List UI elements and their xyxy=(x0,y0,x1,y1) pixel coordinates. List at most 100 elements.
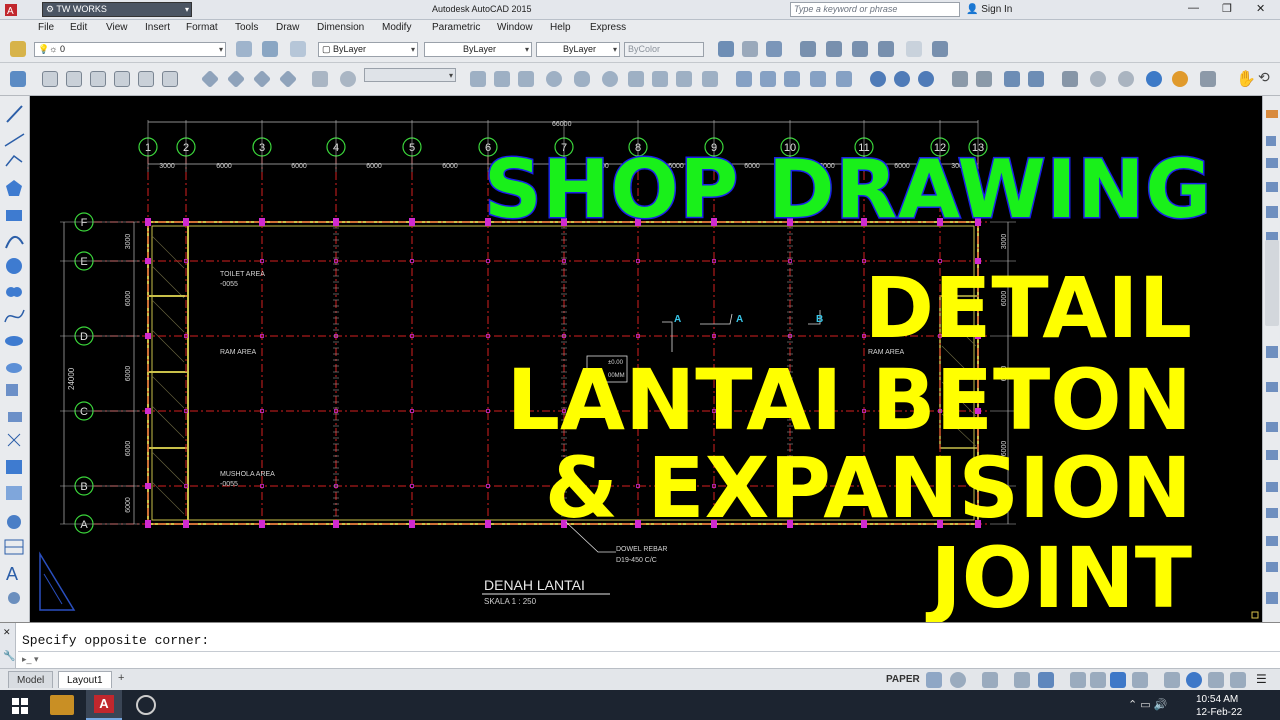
rectangle-icon[interactable] xyxy=(6,210,22,221)
circle-icon[interactable] xyxy=(6,258,22,274)
align-3d-icon[interactable] xyxy=(1062,71,1078,87)
copy-icon[interactable] xyxy=(1266,136,1276,146)
customization-menu-icon[interactable]: ☰ xyxy=(1256,672,1267,686)
close-icon[interactable]: ✕ xyxy=(3,627,11,638)
menu-view[interactable]: View xyxy=(106,22,128,33)
zoom-icon[interactable] xyxy=(340,71,356,87)
annotation-monitor-icon[interactable] xyxy=(1164,672,1180,688)
box-icon[interactable] xyxy=(470,71,486,87)
dim-style-icon[interactable] xyxy=(742,41,758,57)
workspace-switch-icon[interactable] xyxy=(1132,672,1148,688)
multileader-align-icon[interactable] xyxy=(852,41,868,57)
torus-icon[interactable] xyxy=(602,71,618,87)
workspace-dropdown[interactable]: ⚙ TW WORKS ▾ xyxy=(42,2,192,17)
menu-help[interactable]: Help xyxy=(550,22,571,33)
construction-line-icon[interactable] xyxy=(4,133,25,147)
join-icon[interactable] xyxy=(1266,508,1278,518)
layer-dropdown[interactable]: 💡☼ 0 ▾ xyxy=(34,42,226,57)
visual-style-wireframe-icon[interactable] xyxy=(1090,71,1106,87)
pan-icon[interactable]: ✋ xyxy=(1236,69,1256,89)
plotstyle-dropdown[interactable]: ByColor xyxy=(624,42,704,57)
menu-file[interactable]: File xyxy=(38,22,54,33)
menu-modify[interactable]: Modify xyxy=(382,22,411,33)
menu-draw[interactable]: Draw xyxy=(276,22,299,33)
transparency-toggle-icon[interactable] xyxy=(1090,672,1106,688)
insert-block-icon[interactable] xyxy=(6,384,18,396)
hatch-icon[interactable] xyxy=(6,460,22,474)
autocad-taskbar-icon[interactable]: A xyxy=(86,690,122,720)
cone-icon[interactable] xyxy=(518,71,534,87)
close-button[interactable]: ✕ xyxy=(1256,2,1265,15)
erase-icon[interactable] xyxy=(1266,110,1278,118)
color-dropdown[interactable]: ▢ ByLayer ▾ xyxy=(318,42,418,57)
menu-insert[interactable]: Insert xyxy=(145,22,170,33)
sphere-icon[interactable] xyxy=(546,71,562,87)
helix-icon[interactable] xyxy=(652,71,668,87)
command-input[interactable]: ▸_ ▾ xyxy=(18,651,1280,667)
linetype-dropdown[interactable]: ByLayer ▾ xyxy=(424,42,532,57)
visual-style-conceptual-icon[interactable] xyxy=(1172,71,1188,87)
view-right-icon[interactable] xyxy=(114,71,130,87)
drawing-canvas[interactable]: 1 2 3 4 5 6 7 8 9 10 11 12 13 3000 6000 6000 6000 6000 600… xyxy=(30,96,1262,622)
isodraft-icon[interactable] xyxy=(982,672,998,688)
offset-icon[interactable] xyxy=(1266,182,1278,192)
polyline-icon[interactable] xyxy=(5,154,23,167)
ellipse-arc-icon[interactable] xyxy=(6,363,22,373)
visual-style-realistic-icon[interactable] xyxy=(1146,71,1162,87)
multileader-add-icon[interactable] xyxy=(826,41,842,57)
app-menu-icon[interactable]: A xyxy=(4,2,34,18)
array-icon[interactable] xyxy=(1266,206,1278,218)
arc-icon[interactable] xyxy=(5,236,24,249)
navigation-bar[interactable] xyxy=(1265,240,1279,326)
annotation-scale-icon[interactable] xyxy=(906,41,922,57)
multileader-icon[interactable] xyxy=(800,41,816,57)
iso-sw-icon[interactable] xyxy=(200,69,220,89)
menu-tools[interactable]: Tools xyxy=(235,22,258,33)
line-icon[interactable] xyxy=(6,105,23,123)
menu-format[interactable]: Format xyxy=(186,22,218,33)
add-selected-icon[interactable] xyxy=(8,592,20,604)
press-pull-icon[interactable] xyxy=(736,71,752,87)
subtract-icon[interactable] xyxy=(870,71,886,87)
layer-properties-icon[interactable] xyxy=(10,41,26,57)
object-snap-icon[interactable] xyxy=(1038,672,1054,688)
point-icon[interactable] xyxy=(7,433,21,447)
layer-match-icon[interactable] xyxy=(262,41,278,57)
menu-dimension[interactable]: Dimension xyxy=(317,22,364,33)
slice-icon[interactable] xyxy=(952,71,968,87)
quick-access-toolbar[interactable]: A xyxy=(4,2,34,18)
minimize-button[interactable]: — xyxy=(1188,2,1199,14)
system-tray-icons[interactable]: ⌃ ▭ 🔊 xyxy=(1128,698,1167,711)
chamfer-icon[interactable] xyxy=(1266,536,1278,546)
union-icon[interactable] xyxy=(836,71,852,87)
annotation-visibility-icon[interactable] xyxy=(1110,672,1126,688)
visual-style-hidden-icon[interactable] xyxy=(1118,71,1134,87)
search-input[interactable]: Type a keyword or phrase xyxy=(790,2,960,17)
pyramid-icon[interactable] xyxy=(628,71,644,87)
ellipse-icon[interactable] xyxy=(5,336,23,346)
mirror-icon[interactable] xyxy=(1266,158,1278,168)
clean-screen-icon[interactable] xyxy=(1230,672,1246,688)
view-back-icon[interactable] xyxy=(162,71,178,87)
ucs-icon[interactable] xyxy=(10,71,26,87)
text-style-icon[interactable] xyxy=(718,41,734,57)
revision-cloud-icon[interactable] xyxy=(6,287,22,297)
layer-isolate-icon[interactable] xyxy=(290,41,306,57)
iso-nw-icon[interactable] xyxy=(278,69,298,89)
thicken-icon[interactable] xyxy=(976,71,992,87)
stretch-icon[interactable] xyxy=(1266,382,1278,392)
camera-icon[interactable] xyxy=(312,71,328,87)
windows-start-icon[interactable] xyxy=(12,698,28,714)
app-taskbar-icon-1[interactable] xyxy=(50,695,74,715)
fillet-icon[interactable] xyxy=(1266,562,1278,572)
extend-icon[interactable] xyxy=(1266,450,1278,460)
view-bottom-icon[interactable] xyxy=(66,71,82,87)
extrude-icon[interactable] xyxy=(702,71,718,87)
grid-toggle-icon[interactable] xyxy=(926,672,942,688)
orbit-icon[interactable]: ⟲ xyxy=(1258,69,1270,86)
menu-express[interactable]: Express xyxy=(590,22,626,33)
isolate-objects-icon[interactable] xyxy=(1186,672,1202,688)
table-style-icon[interactable] xyxy=(766,41,782,57)
iso-se-icon[interactable] xyxy=(226,69,246,89)
trim-icon[interactable] xyxy=(1266,422,1278,432)
